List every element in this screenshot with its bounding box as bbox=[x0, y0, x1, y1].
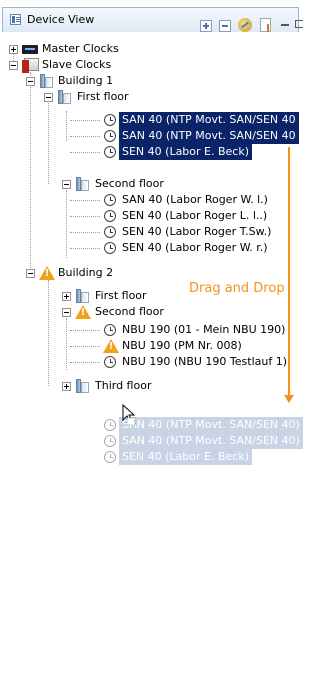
tab-title: Device View bbox=[27, 13, 95, 26]
collapse-toggle[interactable] bbox=[9, 61, 18, 70]
tree-node-building-2[interactable]: ! Building 2 bbox=[0, 265, 300, 281]
expand-toggle[interactable] bbox=[62, 292, 71, 301]
expand-all-icon[interactable] bbox=[200, 20, 212, 32]
tree-node-building-1[interactable]: Building 1 bbox=[0, 73, 300, 89]
floor-icon bbox=[75, 288, 91, 304]
tree-leaf-device[interactable]: SAN 40 (NTP Movt. SAN/SEN 40 bbox=[0, 112, 300, 128]
tree-node-master-clocks[interactable]: Master Clocks bbox=[0, 41, 300, 57]
node-label: SAN 40 (NTP Movt. SAN/SEN 40 bbox=[119, 128, 299, 144]
node-label: SEN 40 (Labor E. Beck) bbox=[119, 144, 253, 160]
expand-toggle[interactable] bbox=[9, 45, 18, 54]
clock-icon bbox=[104, 419, 116, 431]
expand-toggle[interactable] bbox=[62, 382, 71, 391]
device-view-icon bbox=[10, 14, 21, 25]
collapse-toggle[interactable] bbox=[26, 77, 35, 86]
node-label: SEN 40 (Labor Roger T.Sw.) bbox=[122, 225, 272, 238]
node-label: Building 1 bbox=[58, 74, 114, 87]
warning-icon: ! bbox=[103, 338, 119, 354]
tree-leaf-device[interactable]: NBU 190 (NBU 190 Testlauf 1) bbox=[0, 354, 300, 370]
tree-node-second-floor[interactable]: Second floor bbox=[0, 176, 300, 192]
node-label: SEN 40 (Labor E. Beck) bbox=[119, 449, 253, 465]
mouse-cursor-icon bbox=[122, 404, 136, 426]
tree-node-third-floor[interactable]: Third floor bbox=[0, 378, 300, 394]
warning-icon: ! bbox=[75, 304, 91, 320]
drag-ghost-item: SAN 40 (NTP Movt. SAN/SEN 40) bbox=[0, 417, 303, 433]
tree-leaf-device[interactable]: SEN 40 (Labor E. Beck) bbox=[0, 144, 300, 160]
clock-icon bbox=[104, 114, 116, 126]
collapse-toggle[interactable] bbox=[62, 308, 71, 317]
node-label: First floor bbox=[95, 289, 147, 302]
node-label: NBU 190 (01 - Mein NBU 190) bbox=[122, 323, 286, 336]
minimize-icon[interactable] bbox=[281, 24, 289, 26]
tree-leaf-device[interactable]: NBU 190 (01 - Mein NBU 190) bbox=[0, 322, 300, 338]
node-label: SEN 40 (Labor Roger W. r.) bbox=[122, 241, 268, 254]
building-icon bbox=[39, 73, 55, 89]
node-label: Third floor bbox=[95, 379, 152, 392]
node-label: NBU 190 (NBU 190 Testlauf 1) bbox=[122, 355, 288, 368]
clock-icon bbox=[104, 451, 116, 463]
tree-leaf-device[interactable]: SEN 40 (Labor Roger T.Sw.) bbox=[0, 224, 300, 240]
tab-device-view[interactable]: Device View bbox=[2, 7, 303, 33]
clock-icon bbox=[104, 194, 116, 206]
node-label: SEN 40 (Labor Roger L. l..) bbox=[122, 209, 268, 222]
collapse-toggle[interactable] bbox=[44, 93, 53, 102]
device-view-panel: Device View Master Clocks Slave Clocks B… bbox=[0, 0, 303, 700]
clock-icon bbox=[104, 226, 116, 238]
tree-node-first-floor[interactable]: First floor bbox=[0, 89, 300, 105]
drag-ghost-item: SEN 40 (Labor E. Beck) bbox=[0, 449, 300, 465]
clock-icon bbox=[104, 130, 116, 142]
node-label: SAN 40 (NTP Movt. SAN/SEN 40) bbox=[119, 417, 303, 433]
node-label: SAN 40 (NTP Movt. SAN/SEN 40) bbox=[119, 433, 303, 449]
node-label: SAN 40 (Labor Roger W. l.) bbox=[122, 193, 268, 206]
node-label: NBU 190 (PM Nr. 008) bbox=[122, 339, 242, 352]
node-label: Master Clocks bbox=[42, 42, 119, 55]
tree-node-slave-clocks[interactable]: Slave Clocks bbox=[0, 57, 300, 73]
clock-icon bbox=[104, 146, 116, 158]
view-tab-bar: Device View bbox=[0, 0, 303, 34]
collapse-toggle[interactable] bbox=[26, 269, 35, 278]
node-label: Second floor bbox=[95, 305, 164, 318]
node-label: Slave Clocks bbox=[42, 58, 112, 71]
slave-clock-icon bbox=[22, 57, 39, 73]
drag-ghost-item: SAN 40 (NTP Movt. SAN/SEN 40) bbox=[0, 433, 303, 449]
clock-icon bbox=[104, 324, 116, 336]
node-label: Second floor bbox=[95, 177, 164, 190]
tree-leaf-device[interactable]: SEN 40 (Labor Roger L. l..) bbox=[0, 208, 300, 224]
clock-icon bbox=[104, 242, 116, 254]
floor-icon bbox=[57, 89, 73, 105]
tree-node-second-floor[interactable]: ! Second floor bbox=[0, 304, 300, 320]
clock-icon bbox=[104, 210, 116, 222]
tree-leaf-device[interactable]: SAN 40 (NTP Movt. SAN/SEN 40 bbox=[0, 128, 300, 144]
drag-arrow bbox=[284, 147, 294, 403]
clock-icon bbox=[104, 435, 116, 447]
collapse-toggle[interactable] bbox=[62, 180, 71, 189]
node-label: SAN 40 (NTP Movt. SAN/SEN 40 bbox=[119, 112, 299, 128]
tree-leaf-device[interactable]: SEN 40 (Labor Roger W. r.) bbox=[0, 240, 300, 256]
warning-icon: ! bbox=[39, 265, 55, 281]
sort-icon[interactable] bbox=[260, 18, 272, 33]
floor-icon bbox=[75, 378, 91, 394]
node-label: First floor bbox=[77, 90, 129, 103]
clock-icon bbox=[104, 356, 116, 368]
drag-and-drop-annotation: Drag and Drop bbox=[189, 281, 285, 296]
tree-leaf-device[interactable]: ! NBU 190 (PM Nr. 008) bbox=[0, 338, 300, 354]
collapse-all-icon[interactable] bbox=[219, 20, 231, 32]
floor-icon bbox=[75, 176, 91, 192]
tree-leaf-device[interactable]: SAN 40 (Labor Roger W. l.) bbox=[0, 192, 300, 208]
master-clock-icon bbox=[22, 45, 38, 54]
maximize-icon[interactable] bbox=[295, 20, 303, 28]
link-with-editor-icon[interactable] bbox=[238, 18, 252, 32]
node-label: Building 2 bbox=[58, 266, 114, 279]
